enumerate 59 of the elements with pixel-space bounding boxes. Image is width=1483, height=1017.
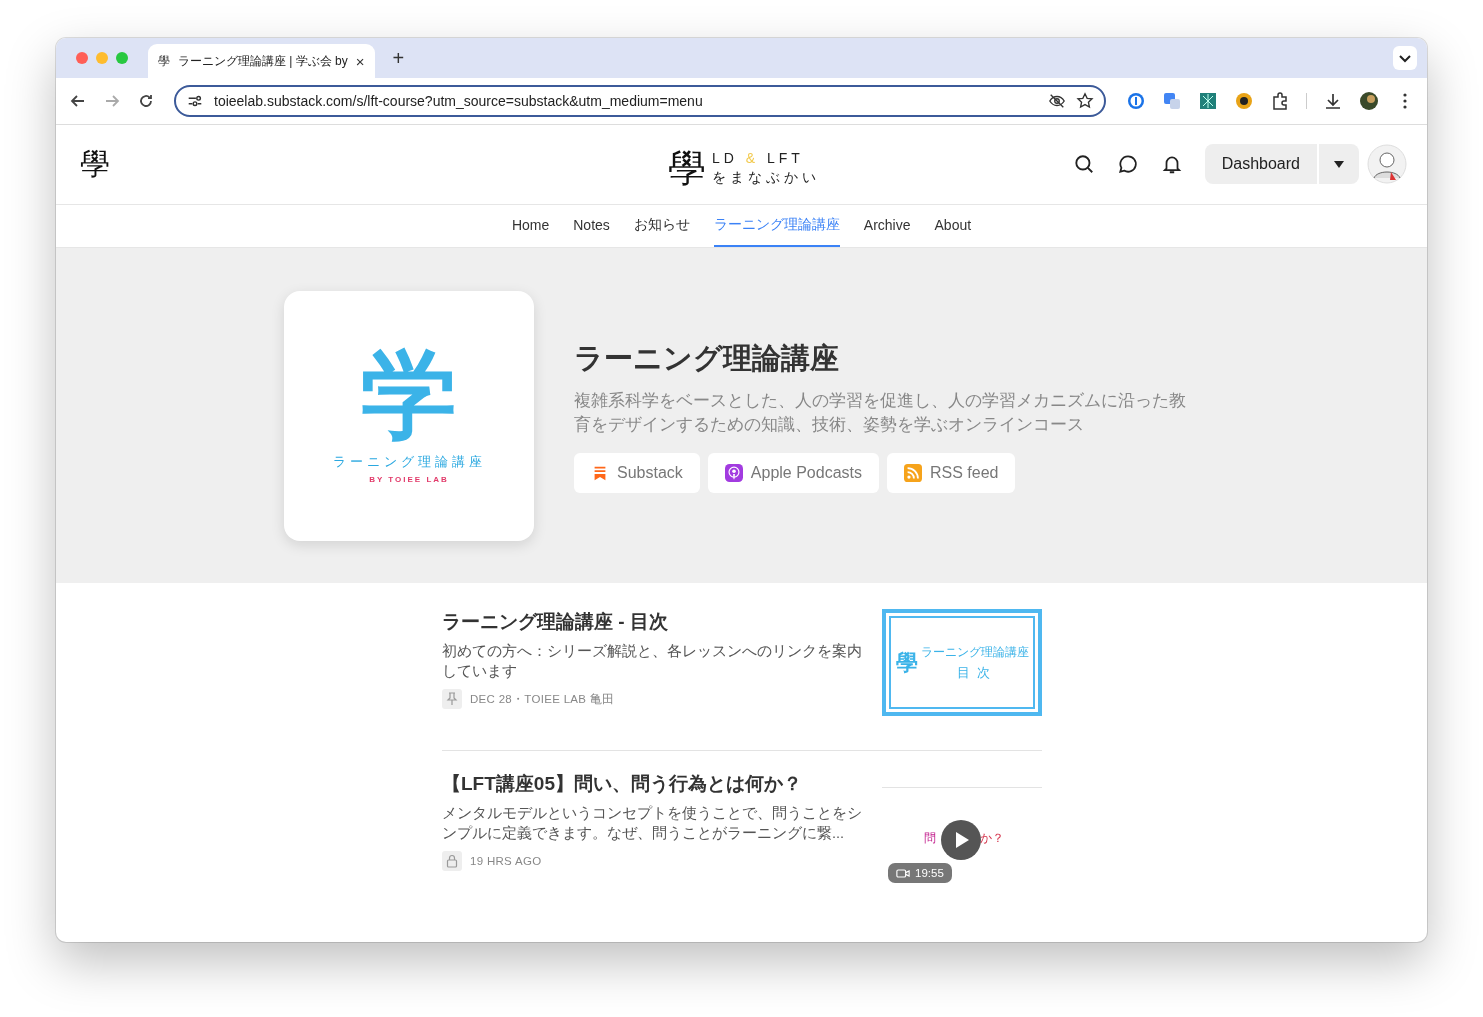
nav-tab[interactable]: About — [934, 204, 972, 248]
pin-icon — [442, 689, 462, 709]
minimize-dot-icon[interactable] — [96, 52, 108, 64]
cover-title: ラーニング理論講座 — [332, 453, 486, 472]
sun-extension-icon[interactable] — [1234, 91, 1254, 111]
browser-tab[interactable]: 學 ラーニング理論講座 | 学ぶ会 by × — [148, 44, 375, 78]
url-text: toieelab.substack.com/s/lft-course?utm_source=substack&utm_medium=menu — [214, 93, 704, 109]
avatar-icon[interactable] — [1367, 144, 1407, 185]
thumbnail-caption: ラーニング理論講座 — [920, 643, 1029, 661]
star-icon[interactable] — [1076, 92, 1094, 110]
nav-tab[interactable]: Home — [511, 204, 550, 248]
video-thumbnail[interactable]: 問 か？ 19:55 — [882, 787, 1042, 888]
tab-title: ラーニング理論講座 | 学ぶ会 by — [178, 52, 348, 70]
play-button[interactable] — [941, 820, 981, 860]
post-title[interactable]: ラーニング理論講座 - 目次 — [442, 609, 866, 635]
subscribe-button[interactable]: Substack — [574, 452, 700, 493]
caret-icon — [1334, 160, 1344, 169]
eye-slash-icon[interactable] — [1048, 92, 1066, 110]
favicon-icon: 學 — [158, 52, 170, 70]
search-icon[interactable] — [1072, 153, 1095, 176]
site-logo[interactable]: 學 — [80, 143, 110, 185]
post-subtitle: メンタルモデルというコンセプトを使うことで、問うことをシンプルに定義できます。なぜ、問うことがラーニングに繋... — [442, 804, 863, 843]
close-dot-icon[interactable] — [76, 52, 88, 64]
chat-icon[interactable] — [1116, 153, 1139, 176]
profile-avatar-icon[interactable] — [1359, 91, 1379, 111]
nav-tab[interactable]: Notes — [573, 204, 610, 248]
password-extension-icon[interactable] — [1126, 91, 1146, 111]
video-duration: 19:55 — [888, 863, 952, 883]
nav-tab[interactable]: お知らせ — [633, 204, 690, 248]
thumbnail-text: 問 — [924, 830, 936, 847]
course-title: ラーニング理論講座 — [574, 340, 840, 376]
cover-byline: BY TOIEE LAB — [369, 475, 449, 485]
puzzle-icon[interactable] — [1270, 91, 1290, 111]
thumbnail-text: か？ — [980, 830, 1004, 847]
subscribe-button[interactable]: Apple Podcasts — [707, 452, 879, 493]
post-meta: DEC 28・TOIEE LAB 亀田 — [470, 691, 615, 707]
pattern-extension-icon[interactable] — [1198, 91, 1218, 111]
thumbnail-heading: 目 次 — [956, 663, 993, 682]
podcast-icon — [724, 463, 743, 482]
post-subtitle: 初めての方へ：シリーズ解説と、各レッスンへのリンクを案内しています — [442, 642, 863, 681]
tab-close-button[interactable]: × — [355, 52, 365, 70]
thumbnail-logo-mark: 學 — [895, 648, 918, 677]
lock-icon — [442, 851, 462, 871]
new-tab-button[interactable]: + — [392, 46, 405, 70]
rss-icon — [904, 463, 922, 482]
address-bar[interactable]: toieelab.substack.com/s/lft-course?utm_source=substack&utm_medium=menu — [174, 85, 1106, 117]
cover-logo-mark: 学 — [361, 347, 457, 444]
course-description: 複雑系科学をベースとした、人の学習を促進し、人の学習メカニズムに沿った教育をデザインするための知識、技術、姿勢を学ぶオンラインコース — [574, 389, 1187, 436]
nav-tab[interactable]: Archive — [863, 204, 911, 248]
dropdown-button[interactable] — [1319, 144, 1359, 185]
subscribe-button[interactable]: RSS feed — [887, 452, 1016, 493]
tab-search-icon[interactable] — [1393, 46, 1417, 70]
camera-icon — [896, 867, 910, 879]
post-title[interactable]: 【LFT講座05】問い、問う行為とは何か？ — [442, 771, 866, 797]
translate-extension-icon[interactable] — [1162, 91, 1182, 111]
download-icon[interactable] — [1323, 91, 1343, 111]
post-meta: 19 HRS AGO — [470, 855, 542, 867]
dashboard-button[interactable]: Dashboard — [1204, 144, 1317, 185]
zoom-dot-icon[interactable] — [116, 52, 128, 64]
